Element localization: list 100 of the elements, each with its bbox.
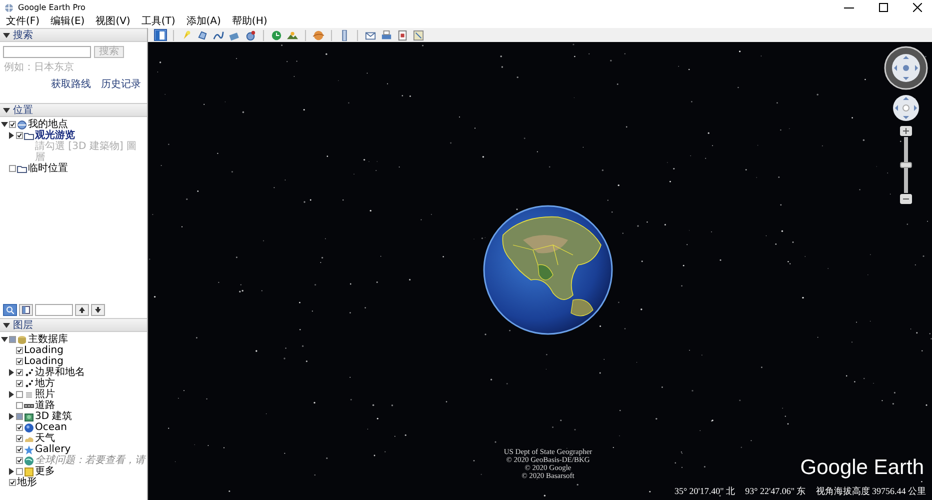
printer-icon [381, 30, 392, 40]
panel-header[interactable]: 位置 [0, 103, 147, 117]
tree-item-label[interactable]: 主数据库 [28, 334, 68, 345]
expanded-arrow-icon[interactable] [1, 336, 8, 343]
earth-globe-drawing[interactable] [483, 205, 613, 335]
checkbox[interactable] [16, 391, 23, 398]
close-icon [912, 3, 922, 12]
toolbar-button[interactable] [154, 29, 167, 41]
toolbar-button[interactable] [396, 29, 409, 41]
panel-icon [22, 306, 30, 314]
expanded-arrow-icon[interactable] [1, 121, 8, 128]
checkbox[interactable] [16, 468, 23, 475]
search-field[interactable] [3, 46, 91, 58]
tree-item-label[interactable]: 边界和地名 [35, 367, 85, 378]
pushpin-icon [181, 30, 192, 40]
dots-icon [24, 368, 34, 378]
status-text: 93° 22'47.06" 东 [745, 485, 806, 498]
checkbox[interactable] [16, 347, 23, 354]
panel-header[interactable]: 图层 [0, 318, 147, 332]
toolbar-button[interactable] [412, 29, 425, 41]
photo-icon [24, 390, 34, 400]
status-text: 35° 20'17.40" 北 [674, 485, 736, 498]
toolbar-button[interactable] [212, 29, 225, 41]
menu-item[interactable]: 帮助(H) [232, 16, 268, 28]
tree-item-label[interactable]: 更多 [35, 466, 55, 477]
tree-item-label[interactable]: 临时位置 [28, 163, 68, 174]
search-tab[interactable] [3, 304, 17, 316]
dots-icon [24, 378, 34, 388]
checkbox[interactable] [9, 336, 16, 343]
logo-text: Google Earth [800, 456, 924, 480]
database-icon [17, 334, 27, 344]
checkbox[interactable] [16, 413, 23, 420]
tree-item-label[interactable]: 照片 [35, 389, 55, 400]
toolbar-button[interactable] [312, 29, 325, 41]
window-title: Google Earth Pro [18, 3, 86, 12]
expanded-arrow-icon[interactable] [3, 322, 10, 328]
toolbar-button[interactable] [270, 29, 283, 41]
toolbar-button[interactable] [286, 29, 299, 41]
tree-item-label[interactable]: 地形 [17, 477, 37, 488]
tree-item-label[interactable]: Gallery [35, 444, 71, 455]
tree-item-label[interactable]: Loading [24, 345, 64, 356]
tree-item-label[interactable]: Ocean [35, 422, 67, 433]
menu-item[interactable]: 文件(F) [6, 16, 40, 28]
tree-item-label[interactable]: 3D 建筑 [35, 411, 72, 422]
look-joystick[interactable] [884, 46, 928, 90]
tree-item-label[interactable]: Loading [24, 356, 64, 367]
expanded-arrow-icon[interactable] [3, 32, 10, 38]
tree-item-label[interactable]: 全球问题：若要查看，请 [35, 455, 145, 466]
checkbox[interactable] [16, 380, 23, 387]
down-button[interactable] [91, 304, 105, 316]
search-example-text: 例如：日本东京 [3, 60, 75, 75]
checkbox[interactable] [16, 132, 23, 139]
move-joystick[interactable] [892, 94, 920, 122]
link[interactable]: 获取路线 [51, 77, 91, 91]
tree-item-label[interactable]: 地方 [35, 378, 55, 389]
menu-item[interactable]: 工具(T) [141, 16, 176, 28]
panel-tab[interactable] [19, 304, 33, 316]
zoom-slider-thumb[interactable] [900, 162, 912, 168]
link[interactable]: 历史记录 [101, 77, 141, 91]
menu-item[interactable]: 编辑(E) [50, 16, 85, 28]
checkbox[interactable] [9, 479, 16, 486]
collapsed-arrow-icon[interactable] [8, 468, 15, 475]
layer-search-field[interactable] [35, 304, 73, 316]
panel-title: 搜索 [13, 30, 33, 40]
tree-item-label[interactable]: 我的地点 [28, 119, 68, 130]
checkbox[interactable] [16, 369, 23, 376]
checkbox[interactable] [16, 457, 23, 464]
toolbar-button[interactable] [244, 29, 257, 41]
globe-icon [24, 456, 34, 466]
checkbox[interactable] [16, 402, 23, 409]
zoom-out-button[interactable] [900, 194, 912, 204]
collapsed-arrow-icon[interactable] [8, 413, 15, 420]
globe-icon [17, 120, 27, 130]
ocean-icon [24, 422, 34, 432]
checkbox[interactable] [9, 165, 16, 172]
tree-item-label[interactable]: 天气 [35, 433, 55, 444]
clock-icon [271, 30, 282, 40]
checkbox[interactable] [16, 358, 23, 365]
up-button[interactable] [75, 304, 89, 316]
toolbar-button[interactable] [380, 29, 393, 41]
path-icon [213, 30, 224, 40]
menu-item[interactable]: 添加(A) [186, 16, 221, 28]
collapsed-arrow-icon[interactable] [8, 369, 15, 376]
tree-item-label[interactable]: 观光游览 [35, 130, 75, 141]
checkbox[interactable] [16, 435, 23, 442]
checkbox[interactable] [16, 424, 23, 431]
collapsed-arrow-icon[interactable] [8, 391, 15, 398]
map-icon [413, 30, 424, 40]
panel-header[interactable]: 搜索 [0, 28, 147, 42]
folder-icon [17, 164, 27, 174]
collapsed-arrow-icon[interactable] [8, 132, 15, 139]
tree-item-label[interactable]: 道路 [35, 400, 55, 411]
panel-title: 位置 [13, 104, 33, 116]
expanded-arrow-icon[interactable] [3, 106, 10, 114]
planet-icon [313, 30, 324, 40]
checkbox[interactable] [9, 121, 16, 128]
folder-icon [24, 130, 34, 140]
checkbox[interactable] [16, 446, 23, 453]
menu-item[interactable]: 视图(V) [96, 16, 130, 28]
zoom-in-button[interactable] [900, 126, 912, 136]
